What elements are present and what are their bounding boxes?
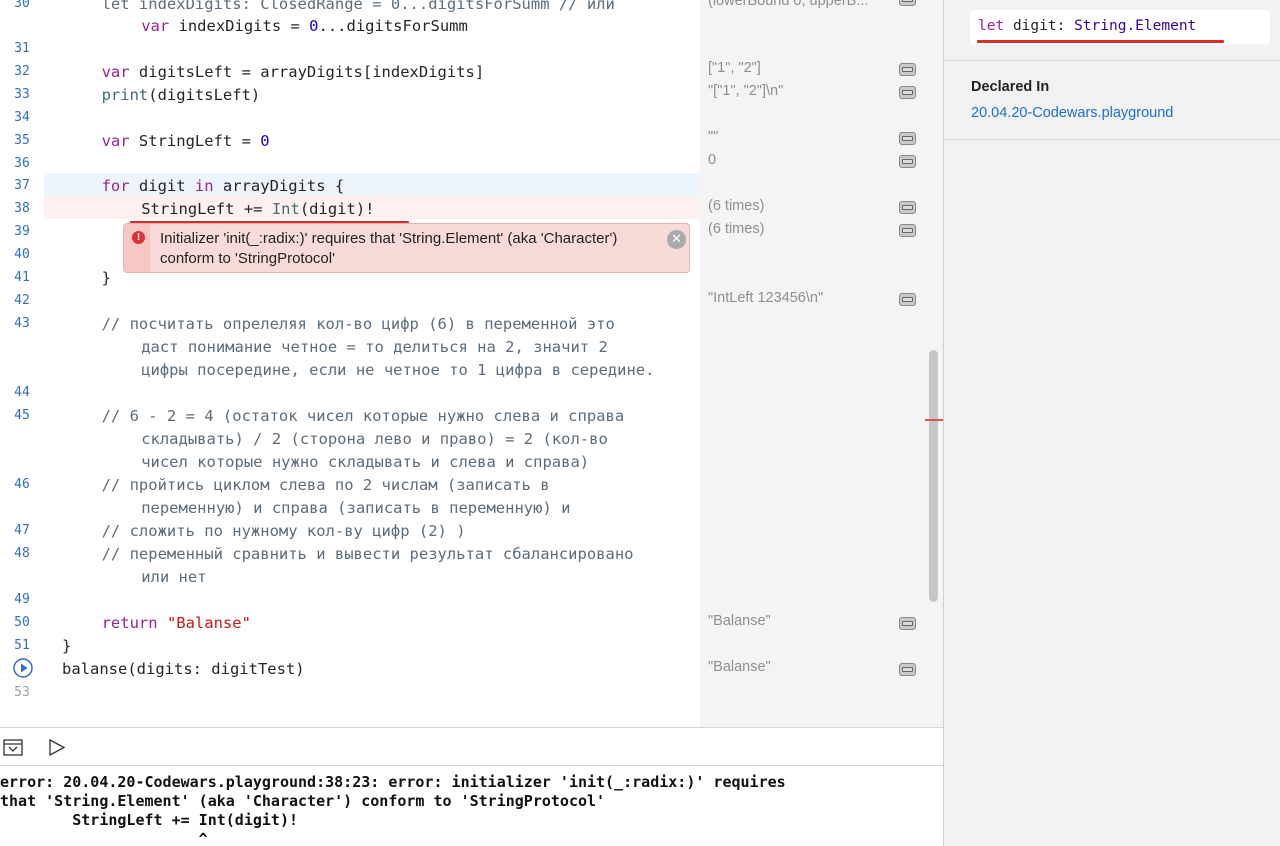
code-line: // посчитать опрелеляя кол-во цифр (6) в… [101, 315, 615, 333]
line-number-gutter[interactable]: 30 31 32 33 34 35 36 37 38 39 40 41 42 43 44 45 46 47 48 49… [0, 0, 44, 727]
run-icon[interactable] [48, 739, 66, 756]
code-line: var digitsLeft = arrayDigits[indexDigits… [101, 63, 485, 81]
line-number: 53 [14, 685, 30, 700]
quick-look-icon[interactable] [899, 155, 916, 168]
line-number: 40 [14, 247, 30, 262]
quick-look-icon[interactable] [899, 0, 916, 6]
line-number: 48 [14, 546, 30, 561]
line-number: 47 [14, 523, 30, 538]
quick-help-inspector: let digit: String.Element Declared In 20… [943, 0, 1280, 846]
quick-look-icon[interactable] [899, 663, 916, 676]
line-number: 46 [14, 477, 30, 492]
line-number: 41 [14, 270, 30, 285]
quick-look-icon[interactable] [899, 201, 916, 214]
code-editor[interactable]: 30 31 32 33 34 35 36 37 38 39 40 41 42 43 44 45 46 47 48 49… [0, 0, 700, 727]
line-number: 37 [14, 178, 30, 193]
hide-console-icon[interactable] [3, 739, 23, 756]
code-line: // 6 - 2 = 4 (остаток чисел которые нужн… [101, 407, 625, 425]
code-line: for digit in arrayDigits { [101, 177, 345, 195]
code-line: переменную) и справа (записать в перемен… [141, 499, 571, 517]
code-line: складывать) / 2 (сторона лево и право) =… [141, 430, 608, 448]
code-line: return "Balanse" [101, 614, 251, 632]
line-number: 35 [14, 133, 30, 148]
declaration-text: let digit: String.Element [978, 18, 1197, 34]
code-line: даст понимание четное = то делиться на 2… [141, 338, 608, 356]
line-number: 38 [14, 201, 30, 216]
debug-bar [0, 727, 943, 766]
divider [944, 60, 1280, 61]
declared-in-label: Declared In [971, 79, 1050, 95]
run-line-icon[interactable] [13, 658, 33, 678]
code-line: чисел которые нужно складывать и слева и… [141, 453, 590, 471]
results-sidebar: (lowerBound 0, upperB... ["1", "2"] "["1",… [700, 0, 925, 727]
code-line: var indexDigits = 0...digitsForSumm [141, 17, 468, 35]
code-line: цифры посередине, если не четное то 1 ци… [141, 361, 655, 379]
declared-in-link[interactable]: 20.04.20-Codewars.playground [971, 105, 1173, 121]
scrollbar[interactable] [925, 0, 943, 727]
result-value: "Balanse" [708, 613, 771, 629]
error-icon: ! [132, 231, 145, 244]
line-number: 39 [14, 224, 30, 239]
line-number: 44 [14, 385, 30, 400]
code-line: print(digitsLeft) [101, 86, 261, 104]
code-line: } [62, 637, 72, 655]
debug-console[interactable]: error: 20.04.20-Codewars.playground:38:2… [0, 766, 943, 846]
result-value: "" [708, 129, 719, 145]
result-value: "IntLeft 123456\n" [708, 290, 824, 306]
code-line: } [101, 269, 111, 287]
code-line: StringLeft += Int(digit)! [141, 200, 375, 218]
line-number: 43 [14, 316, 30, 331]
declaration-underline [977, 40, 1224, 43]
line-number: 30 [14, 0, 30, 11]
result-value: (6 times) [708, 198, 765, 214]
error-marker [925, 419, 943, 421]
quick-look-icon[interactable] [899, 86, 916, 99]
close-icon[interactable]: ✕ [667, 230, 686, 249]
code-line: или нет [141, 568, 207, 586]
code-line: let indexDigits: ClosedRange = 0...digit… [101, 0, 615, 13]
line-number: 33 [14, 87, 30, 102]
line-number: 50 [14, 615, 30, 630]
line-number: 42 [14, 293, 30, 308]
console-line: error: 20.04.20-Codewars.playground:38:2… [0, 773, 786, 791]
quick-look-icon[interactable] [899, 293, 916, 306]
line-number: 32 [14, 64, 30, 79]
result-value: (lowerBound 0, upperB... [708, 0, 869, 9]
result-value: 0 [708, 152, 717, 168]
code-line: var StringLeft = 0 [101, 132, 270, 150]
declaration-box: let digit: String.Element [970, 10, 1270, 44]
code-line: balanse(digits: digitTest) [62, 660, 305, 678]
quick-look-icon[interactable] [899, 132, 916, 145]
result-value: "["1", "2"]\n" [708, 83, 784, 99]
error-text: Initializer 'init(_:radix:)' requires th… [160, 230, 618, 267]
line-number: 49 [14, 592, 30, 607]
line-number: 31 [14, 41, 30, 56]
line-number: 34 [14, 110, 30, 125]
quick-look-icon[interactable] [899, 617, 916, 630]
quick-look-icon[interactable] [899, 224, 916, 237]
line-number: 45 [14, 408, 30, 423]
divider [944, 139, 1280, 140]
quick-look-icon[interactable] [899, 63, 916, 76]
result-value: "Balanse" [708, 659, 771, 675]
console-line: StringLeft += Int(digit)! [0, 811, 299, 829]
scrollbar-thumb[interactable] [929, 350, 938, 602]
line-number: 51 [14, 638, 30, 653]
declaration-name: digit [1012, 18, 1057, 34]
result-value: (6 times) [708, 221, 765, 237]
result-value: ["1", "2"] [708, 60, 761, 76]
code-line: // сложить по нужному кол-ву цифр (2) ) [101, 522, 466, 540]
code-line: // переменный сравнить и вывести результ… [101, 545, 634, 563]
inline-error-message[interactable]: ! Initializer 'init(_:radix:)' requires … [123, 223, 690, 273]
console-line: ^ [0, 830, 208, 846]
code-line: // пройтись циклом слева по 2 числам (за… [101, 476, 550, 494]
line-number: 36 [14, 156, 30, 171]
console-line: that 'String.Element' (aka 'Character') … [0, 792, 606, 810]
